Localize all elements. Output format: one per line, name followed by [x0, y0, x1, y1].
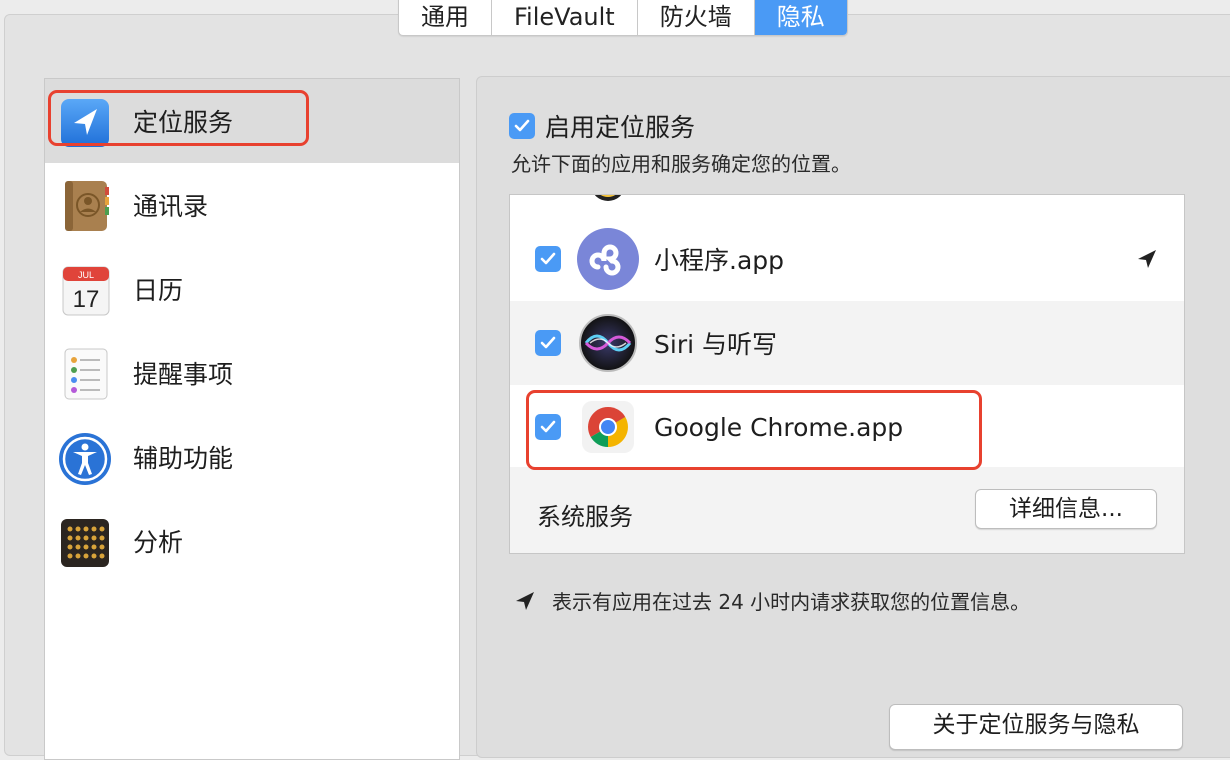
app-checkbox[interactable]: [535, 330, 561, 356]
location-description: 允许下面的应用和服务确定您的位置。: [511, 152, 851, 176]
location-note: 表示有应用在过去 24 小时内请求获取您的位置信息。: [514, 586, 1030, 615]
calendar-icon: JUL 17: [62, 266, 110, 316]
tab-filevault[interactable]: FileVault: [492, 0, 638, 35]
enable-location-label: 启用定位服务: [545, 113, 696, 142]
sidebar-item-location[interactable]: 定位服务: [45, 79, 459, 163]
accessibility-icon: [59, 433, 111, 485]
contacts-icon: [65, 181, 109, 231]
app-row[interactable]: Siri 与听写: [510, 301, 1184, 385]
sidebar-item-analytics[interactable]: 分析: [45, 499, 459, 583]
about-location-privacy-button[interactable]: 关于定位服务与隐私: [889, 704, 1183, 750]
privacy-sidebar: 定位服务 通讯录 JUL 17 日历 提醒事项 辅助功能 分析: [44, 78, 460, 760]
tab-privacy[interactable]: 隐私: [754, 0, 847, 35]
enable-location-row: 启用定位服务: [509, 108, 695, 144]
tab-general[interactable]: 通用: [399, 0, 492, 35]
checkmark-icon: [540, 252, 556, 265]
siri-icon: [579, 314, 637, 372]
tab-bar: 通用 FileVault 防火墙 隐私: [398, 0, 848, 36]
app-name: Siri 与听写: [654, 330, 777, 359]
tab-firewall[interactable]: 防火墙: [638, 0, 755, 35]
app-checkbox[interactable]: [535, 414, 561, 440]
chrome-icon: [582, 401, 634, 453]
system-services-row: 系统服务 详细信息...: [510, 467, 1184, 553]
mini-program-icon: [577, 228, 639, 290]
location-note-text: 表示有应用在过去 24 小时内请求获取您的位置信息。: [552, 590, 1031, 614]
app-row[interactable]: 小程序.app: [510, 217, 1184, 301]
checkmark-icon: [514, 119, 530, 132]
app-name: 小程序.app: [654, 246, 785, 275]
sidebar-item-label: 提醒事项: [133, 360, 234, 389]
location-arrow-icon: [516, 591, 534, 610]
app-list[interactable]: 小程序.app Siri 与听写 Google Chrome.app 系统服务 …: [509, 194, 1185, 554]
analytics-icon: [61, 519, 109, 567]
sidebar-item-label: 通讯录: [133, 192, 209, 221]
checkmark-icon: [540, 336, 556, 349]
sidebar-item-label: 定位服务: [133, 108, 234, 137]
system-services-label: 系统服务: [537, 503, 633, 531]
calendar-icon-month: JUL: [78, 270, 94, 280]
reminders-icon: [64, 348, 108, 400]
sidebar-item-contacts[interactable]: 通讯录: [45, 163, 459, 247]
app-row[interactable]: Google Chrome.app: [510, 385, 1184, 469]
calendar-icon-day: 17: [73, 286, 100, 313]
sidebar-item-calendar[interactable]: JUL 17 日历: [45, 247, 459, 331]
sidebar-item-label: 分析: [133, 528, 184, 557]
partial-app-icon: [594, 195, 622, 201]
recent-location-arrow-icon: [1138, 250, 1156, 268]
sidebar-item-reminders[interactable]: 提醒事项: [45, 331, 459, 415]
location-icon: [61, 99, 109, 147]
sidebar-item-label: 辅助功能: [133, 444, 234, 473]
sidebar-item-label: 日历: [133, 276, 184, 305]
app-name: Google Chrome.app: [654, 412, 904, 442]
app-checkbox[interactable]: [535, 246, 561, 272]
sidebar-item-accessibility[interactable]: 辅助功能: [45, 415, 459, 499]
checkmark-icon: [540, 420, 556, 433]
details-button[interactable]: 详细信息...: [975, 489, 1157, 529]
enable-location-checkbox[interactable]: [509, 113, 535, 139]
